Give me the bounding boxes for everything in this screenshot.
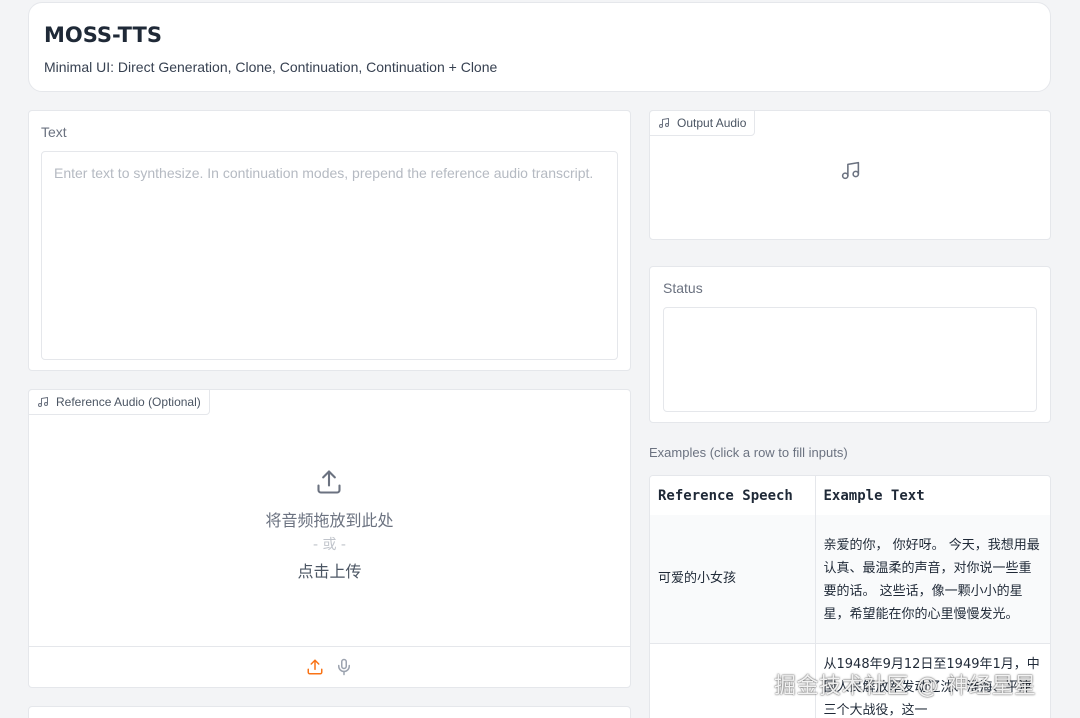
column-header-example-text: Example Text <box>815 476 1050 515</box>
reference-audio-card: Reference Audio (Optional) 将音频拖放到此处 - 或 … <box>28 389 631 688</box>
music-note-icon <box>841 161 860 180</box>
microphone-icon[interactable] <box>335 658 353 676</box>
status-label: Status <box>663 280 703 296</box>
text-input[interactable] <box>41 151 618 360</box>
audio-source-toolbar <box>29 646 630 687</box>
header-card: MOSS-TTS Minimal UI: Direct Generation, … <box>28 2 1051 92</box>
text-input-label: Text <box>41 124 67 140</box>
audio-dropzone[interactable]: 将音频拖放到此处 - 或 - 点击上传 <box>29 416 630 646</box>
or-text: - 或 - <box>312 537 346 553</box>
reference-audio-label-tab: Reference Audio (Optional) <box>28 389 210 415</box>
column-header-reference-speech: Reference Speech <box>650 476 816 515</box>
table-row[interactable]: 可爱的小女孩 亲爱的你， 你好呀。 今天，我想用最认真、最温柔的声音，对你说一些… <box>650 515 1050 643</box>
app-subtitle: Minimal UI: Direct Generation, Clone, Co… <box>44 59 498 75</box>
drop-text: 将音频拖放到此处 <box>265 511 394 530</box>
reference-speech-cell: 可爱的小女孩 <box>650 515 816 643</box>
output-audio-label-tab: Output Audio <box>649 110 756 136</box>
click-to-upload-text: 点击上传 <box>297 562 362 581</box>
output-audio-card: Output Audio <box>649 110 1051 240</box>
music-note-icon <box>38 397 48 407</box>
upload-icon[interactable] <box>306 658 324 676</box>
examples-label: Examples (click a row to fill inputs) <box>649 445 848 460</box>
next-card <box>28 706 631 718</box>
status-card: Status <box>649 266 1051 423</box>
upload-icon <box>317 470 341 494</box>
app-title: MOSS-TTS <box>44 23 162 47</box>
status-output[interactable] <box>663 307 1037 412</box>
output-audio-label: Output Audio <box>677 116 747 130</box>
watermark: 掘金技术社区 @ 神经星星 <box>774 674 1037 699</box>
example-text-cell: 亲爱的你， 你好呀。 今天，我想用最认真、最温柔的声音，对你说一些重要的话。 这… <box>815 515 1050 643</box>
reference-audio-label: Reference Audio (Optional) <box>56 395 201 409</box>
text-input-card: Text <box>28 110 631 371</box>
music-note-icon <box>659 118 669 128</box>
